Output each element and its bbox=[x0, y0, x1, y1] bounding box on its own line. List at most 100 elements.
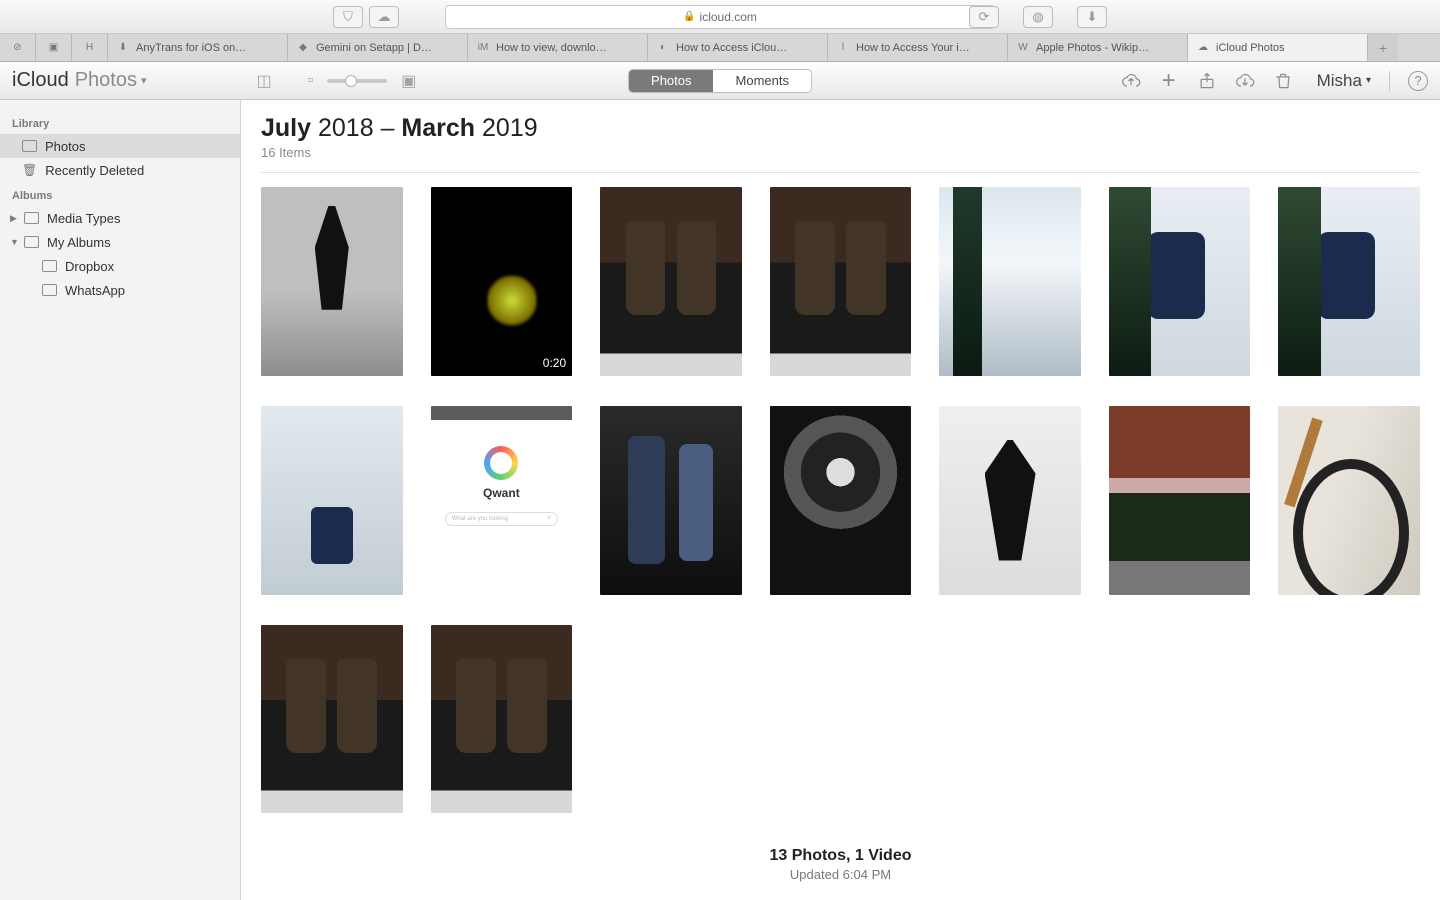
disclosure-icon[interactable]: ▶ bbox=[10, 213, 16, 224]
add-icon[interactable]: + bbox=[1159, 71, 1179, 91]
photo-thumbnail[interactable] bbox=[770, 406, 912, 595]
sidebar: Library Photos 🗑 Recently Deleted Albums… bbox=[0, 100, 241, 900]
sidebar-item-media-types[interactable]: ▶ Media Types bbox=[0, 206, 240, 230]
segment-moments[interactable]: Moments bbox=[714, 70, 811, 92]
sidebar-item-album[interactable]: WhatsApp bbox=[0, 278, 240, 302]
cloud-button[interactable]: ☁ bbox=[369, 6, 399, 28]
sidebar-item-recently-deleted[interactable]: 🗑 Recently Deleted bbox=[0, 158, 240, 182]
photo-thumbnail[interactable] bbox=[600, 406, 742, 595]
zoom-in-icon[interactable]: ▣ bbox=[401, 71, 416, 91]
browser-tab[interactable]: H bbox=[72, 34, 108, 61]
favicon: ▣ bbox=[47, 41, 61, 55]
photo-thumbnail[interactable] bbox=[1278, 187, 1420, 376]
reader-button[interactable]: ◍ bbox=[1023, 6, 1053, 28]
tab-label: How to Access iClou… bbox=[676, 42, 787, 54]
new-tab-button[interactable]: + bbox=[1368, 34, 1398, 61]
favicon: W bbox=[1016, 41, 1030, 55]
disclosure-icon[interactable]: ▼ bbox=[10, 237, 16, 247]
video-duration-badge: 0:20 bbox=[543, 356, 566, 370]
photo-thumbnail[interactable] bbox=[261, 187, 403, 376]
browser-toolbar: ⛉ ☁ 🔒 icloud.com ⟳ ◍ ⬇ bbox=[0, 0, 1440, 34]
tab-label: Apple Photos - Wikip… bbox=[1036, 42, 1149, 54]
url-field[interactable]: 🔒 icloud.com bbox=[445, 5, 995, 29]
reload-button[interactable]: ⟳ bbox=[969, 6, 999, 28]
photos-icon bbox=[22, 140, 37, 152]
share-icon[interactable] bbox=[1197, 71, 1217, 91]
help-icon[interactable]: ? bbox=[1408, 71, 1428, 91]
album-icon bbox=[42, 284, 57, 296]
favicon: H bbox=[83, 41, 97, 55]
favicon: ☁ bbox=[1196, 41, 1210, 55]
segment-photos[interactable]: Photos bbox=[629, 70, 713, 92]
browser-tab[interactable]: ◐ How to Access iClou… bbox=[648, 34, 828, 61]
browser-tab[interactable]: ☁ iCloud Photos bbox=[1188, 34, 1368, 61]
photo-grid-area: July 2018 – March 2019 16 Items 0:20 Qwan… bbox=[241, 100, 1440, 900]
browser-tab[interactable]: ⊘ bbox=[0, 34, 36, 61]
album-icon bbox=[42, 260, 57, 272]
sidebar-group-albums: Albums bbox=[0, 186, 240, 206]
photo-thumbnail[interactable]: QwantWhat are you looking⌕ bbox=[431, 406, 573, 595]
photo-thumbnail[interactable] bbox=[431, 625, 573, 814]
tab-strip: ⊘ ▣ H ⬇ AnyTrans for iOS on… ◆ Gemini on Setap… bbox=[0, 34, 1440, 62]
album-icon bbox=[24, 212, 39, 224]
tab-label: How to view, downlo… bbox=[496, 42, 607, 54]
photo-thumbnail[interactable] bbox=[770, 187, 912, 376]
favicon: ⬇ bbox=[116, 41, 130, 55]
photo-thumbnail[interactable] bbox=[261, 406, 403, 595]
favicon: ◐ bbox=[656, 41, 670, 55]
zoom-slider[interactable] bbox=[327, 79, 387, 83]
zoom-out-icon[interactable]: ▫ bbox=[308, 72, 314, 90]
trash-icon[interactable] bbox=[1273, 71, 1293, 91]
browser-tab[interactable]: ◆ Gemini on Setapp | D… bbox=[288, 34, 468, 61]
album-icon bbox=[24, 236, 39, 248]
favicon: l bbox=[836, 41, 850, 55]
upload-icon[interactable] bbox=[1121, 71, 1141, 91]
photo-thumbnail[interactable]: 0:20 bbox=[431, 187, 573, 376]
photo-thumbnail[interactable] bbox=[1109, 187, 1251, 376]
section-dropdown: Photos ▾ bbox=[75, 69, 147, 92]
thumbnail-grid: 0:20 QwantWhat are you looking⌕ bbox=[261, 187, 1420, 813]
sidebar-item-my-albums[interactable]: ▼ My Albums bbox=[0, 230, 240, 254]
divider bbox=[1389, 71, 1390, 91]
chevron-down-icon: ▾ bbox=[141, 74, 147, 87]
photo-thumbnail[interactable] bbox=[600, 187, 742, 376]
footer-updated: Updated 6:04 PM bbox=[261, 867, 1420, 882]
tab-label: Gemini on Setapp | D… bbox=[316, 42, 432, 54]
view-segmented: Photos Moments bbox=[628, 69, 812, 93]
browser-tab[interactable]: ⬇ AnyTrans for iOS on… bbox=[108, 34, 288, 61]
tab-label: How to Access Your i… bbox=[856, 42, 970, 54]
app-title[interactable]: iCloud Photos ▾ bbox=[12, 69, 147, 92]
divider bbox=[261, 172, 1420, 173]
photo-thumbnail[interactable] bbox=[1109, 406, 1251, 595]
url-host: icloud.com bbox=[700, 10, 757, 24]
lock-icon: 🔒 bbox=[683, 11, 695, 22]
chevron-down-icon: ▾ bbox=[1366, 75, 1371, 86]
sidebar-toggle-icon[interactable]: ◫ bbox=[257, 71, 272, 91]
downloads-button[interactable]: ⬇ bbox=[1077, 6, 1107, 28]
trash-icon: 🗑 bbox=[22, 163, 37, 177]
item-count: 16 Items bbox=[261, 145, 1420, 160]
browser-tab[interactable]: iM How to view, downlo… bbox=[468, 34, 648, 61]
photo-thumbnail[interactable] bbox=[939, 406, 1081, 595]
toolbar-button[interactable]: ⛉ bbox=[333, 6, 363, 28]
brand-label: iCloud bbox=[12, 69, 69, 92]
sidebar-group-library: Library bbox=[0, 114, 240, 134]
browser-tab[interactable]: ▣ bbox=[36, 34, 72, 61]
browser-tab[interactable]: W Apple Photos - Wikip… bbox=[1008, 34, 1188, 61]
photo-thumbnail[interactable] bbox=[939, 187, 1081, 376]
favicon: ◆ bbox=[296, 41, 310, 55]
sidebar-item-photos[interactable]: Photos bbox=[0, 134, 240, 158]
sidebar-item-album[interactable]: Dropbox bbox=[0, 254, 240, 278]
footer-summary: 13 Photos, 1 Video bbox=[261, 847, 1420, 865]
download-icon[interactable] bbox=[1235, 71, 1255, 91]
browser-tab[interactable]: l How to Access Your i… bbox=[828, 34, 1008, 61]
date-range-heading: July 2018 – March 2019 bbox=[261, 114, 1420, 143]
app-toolbar: iCloud Photos ▾ ◫ ▫ ▣ Photos Moments + M… bbox=[0, 62, 1440, 100]
favicon: iM bbox=[476, 41, 490, 55]
user-menu[interactable]: Misha ▾ bbox=[1317, 71, 1371, 91]
favicon: ⊘ bbox=[11, 41, 25, 55]
tab-label: iCloud Photos bbox=[1216, 42, 1285, 54]
tab-label: AnyTrans for iOS on… bbox=[136, 42, 246, 54]
photo-thumbnail[interactable] bbox=[261, 625, 403, 814]
photo-thumbnail[interactable] bbox=[1278, 406, 1420, 595]
